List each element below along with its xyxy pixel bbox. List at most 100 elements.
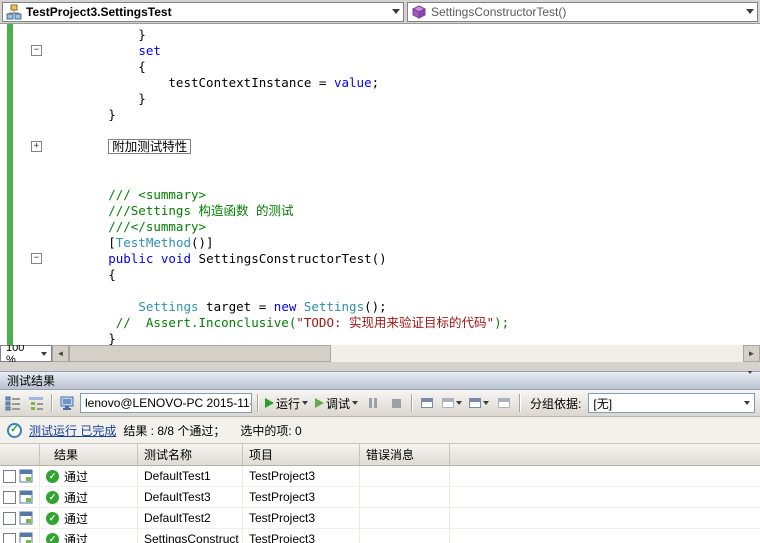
fold-expand-marker[interactable]: + <box>31 141 42 152</box>
test-result-row[interactable]: ✓ 通过 DefaultTest1 TestProject3 <box>0 466 760 487</box>
code-line[interactable]: { <box>48 59 760 75</box>
stop-test-run-button[interactable] <box>386 392 406 414</box>
zoom-combobox[interactable]: 100 % <box>0 342 52 366</box>
code-token: } <box>48 27 146 42</box>
code-line[interactable] <box>48 123 760 139</box>
code-token: ); <box>494 315 510 330</box>
scroll-left-button[interactable]: ◄ <box>52 345 69 362</box>
column-header-error-message[interactable]: 错误消息 <box>360 444 450 465</box>
toolbar-separator <box>257 394 258 412</box>
list-view-button[interactable] <box>3 392 23 414</box>
row-checkbox[interactable] <box>3 532 16 543</box>
code-token: void <box>160 251 192 266</box>
dropdown-arrow-icon[interactable] <box>742 3 757 21</box>
computer-icon <box>60 396 74 410</box>
test-run-target-combobox[interactable]: lenovo@LENOVO-PC 2015-11- <box>80 393 252 413</box>
test-result-row[interactable]: ✓ 通过 DefaultTest2 TestProject3 <box>0 508 760 529</box>
group-by-label: 分组依据: <box>530 396 582 411</box>
dropdown-arrow-icon[interactable] <box>388 3 403 21</box>
code-area[interactable]: } set { testContextInstance = value; } }… <box>44 24 760 345</box>
columns-button[interactable] <box>494 392 514 414</box>
fold-collapse-marker[interactable]: − <box>31 253 42 264</box>
test-result-row[interactable]: ✓ 通过 SettingsConstruct TestProject3 <box>0 529 760 543</box>
method-icon <box>411 4 427 19</box>
code-line[interactable]: Settings target = new Settings(); <box>48 299 760 315</box>
dropdown-arrow-icon <box>456 401 463 405</box>
code-line[interactable]: ///</summary> <box>48 219 760 235</box>
code-line[interactable] <box>48 155 760 171</box>
pass-status-icon: ✓ <box>46 532 59 543</box>
column-header-project[interactable]: 项目 <box>243 444 360 465</box>
view-details-button[interactable] <box>417 392 437 414</box>
group-by-combobox[interactable]: [无] <box>588 393 755 413</box>
run-dropdown-arrow-icon <box>302 401 309 405</box>
code-line[interactable]: public void SettingsConstructorTest() <box>48 251 760 267</box>
test-result-row[interactable]: ✓ 通过 DefaultTest3 TestProject3 <box>0 487 760 508</box>
code-line[interactable]: // Assert.Inconclusive("TODO: 实现用来验证目标的代… <box>48 315 760 331</box>
code-token: Settings <box>138 299 199 314</box>
project-cell: TestProject3 <box>243 529 360 543</box>
run-target-button[interactable] <box>57 392 77 414</box>
code-token: /// <summary> <box>48 187 207 202</box>
results-window-icon <box>442 398 455 408</box>
test-run-target-value: lenovo@LENOVO-PC 2015-11- <box>85 396 252 410</box>
type-selector-combobox[interactable]: TestProject3.SettingsTest <box>2 1 404 22</box>
test-icon <box>19 490 33 504</box>
pass-status-icon: ✓ <box>46 469 59 483</box>
code-line[interactable]: [TestMethod()] <box>48 235 760 251</box>
code-editor[interactable]: − + − } set { testContextInstance = value;… <box>0 24 760 345</box>
row-checkbox[interactable] <box>3 511 16 525</box>
collapsed-region-box[interactable]: 附加测试特性 <box>108 139 192 154</box>
editor-navigation-bar: TestProject3.SettingsTest SettingsConstr… <box>0 0 760 24</box>
code-line[interactable]: ///Settings 构造函数 的测试 <box>48 203 760 219</box>
code-line[interactable]: } <box>48 91 760 107</box>
group-by-value: [无] <box>593 396 613 411</box>
fold-collapse-marker[interactable]: − <box>31 45 42 56</box>
column-header-result[interactable]: 结果 <box>40 444 138 465</box>
error-message-cell <box>360 466 450 486</box>
code-line[interactable]: { <box>48 267 760 283</box>
row-checkbox[interactable] <box>3 490 16 504</box>
debug-tests-button[interactable]: 调试 <box>313 392 360 414</box>
export-results-button[interactable] <box>467 392 491 414</box>
pause-test-run-button[interactable] <box>363 392 383 414</box>
group-view-button[interactable] <box>26 392 46 414</box>
code-line[interactable]: /// <summary> <box>48 187 760 203</box>
open-results-button[interactable] <box>440 392 464 414</box>
debug-label: 调试 <box>326 396 351 411</box>
code-line[interactable]: } <box>48 27 760 43</box>
results-table-header: 结果 测试名称 项目 错误消息 <box>0 444 760 466</box>
debug-icon <box>315 398 325 408</box>
zoom-dropdown-arrow-icon[interactable] <box>36 346 51 361</box>
code-line[interactable]: } <box>48 107 760 123</box>
scroll-right-button[interactable]: ► <box>743 345 760 362</box>
test-run-status-link[interactable]: 测试运行 已完成 <box>29 422 116 439</box>
toolbar-separator <box>51 394 52 412</box>
member-selector-combobox[interactable]: SettingsConstructorTest() <box>407 1 758 22</box>
code-line[interactable]: } <box>48 331 760 345</box>
scrollbar-track[interactable] <box>69 345 743 362</box>
panel-title-bar: 测试结果 <box>0 371 760 390</box>
code-line[interactable]: testContextInstance = value; <box>48 75 760 91</box>
selected-items-count: 选中的项: 0 <box>240 423 302 438</box>
scrollbar-thumb[interactable] <box>69 345 331 362</box>
horizontal-scrollbar[interactable]: ◄ ► <box>52 345 760 362</box>
code-token: TestMethod <box>115 235 191 250</box>
code-line[interactable] <box>48 171 760 187</box>
code-token: SettingsConstructorTest() <box>191 251 387 266</box>
dropdown-arrow-icon[interactable] <box>739 394 754 412</box>
checkbox-column-header[interactable] <box>0 444 40 465</box>
code-token: target = <box>198 299 274 314</box>
code-line[interactable] <box>48 283 760 299</box>
run-tests-button[interactable]: 运行 <box>263 392 310 414</box>
selection-margin[interactable] <box>13 24 29 345</box>
panel-menu-chevron-icon[interactable] <box>747 371 753 388</box>
code-line[interactable]: set <box>48 43 760 59</box>
window-splitter[interactable] <box>0 362 760 371</box>
column-header-test-name[interactable]: 测试名称 <box>138 444 243 465</box>
stop-icon <box>391 398 401 408</box>
row-checkbox[interactable] <box>3 469 16 483</box>
code-line[interactable]: 附加测试特性 <box>48 139 760 155</box>
